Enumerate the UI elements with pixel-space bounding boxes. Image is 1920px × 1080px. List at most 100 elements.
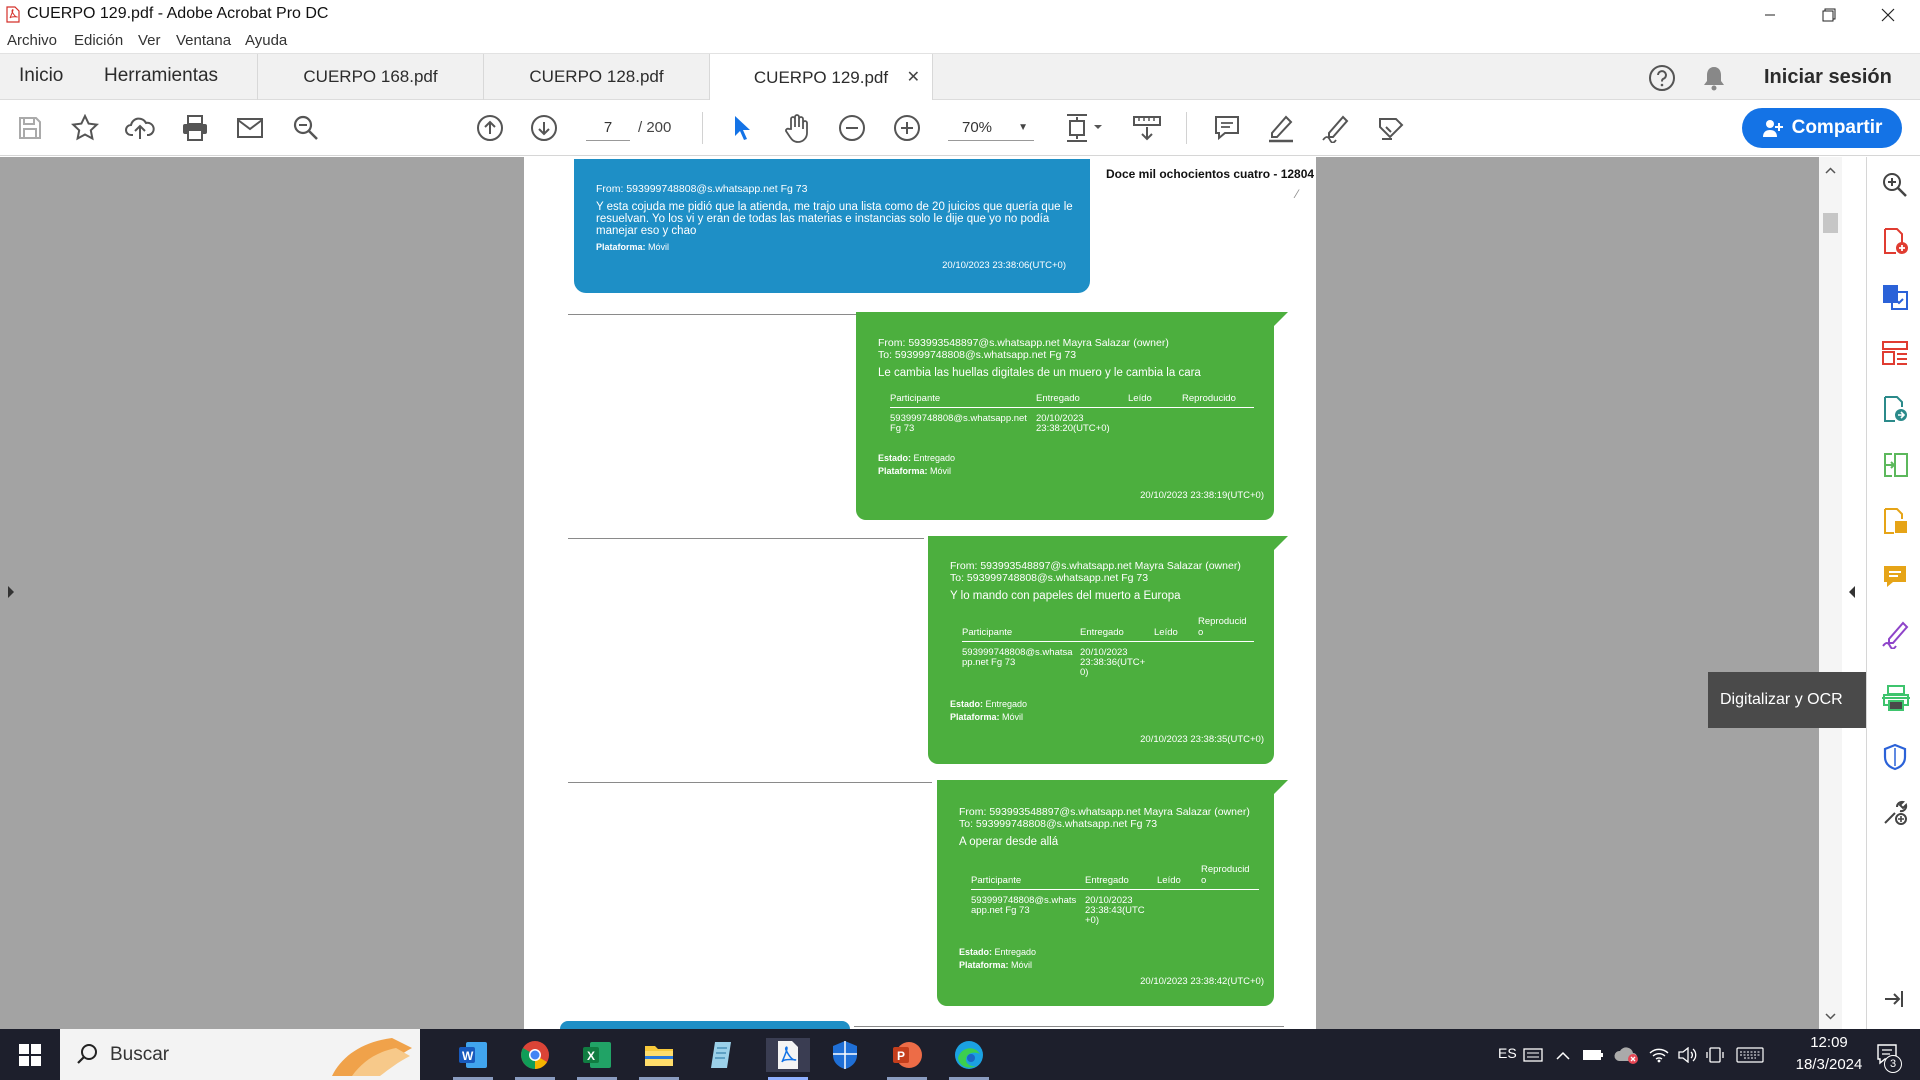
help-icon[interactable] (1648, 64, 1676, 92)
keyboard-icon[interactable] (1520, 1038, 1546, 1072)
cell-played (1198, 642, 1254, 679)
zoom-in-icon[interactable] (891, 113, 923, 143)
draw-sign-icon[interactable] (1320, 113, 1352, 143)
message-to: To: 593999748808@s.whatsapp.net Fg 73 (959, 818, 1158, 830)
title-bar: CUERPO 129.pdf - Adobe Acrobat Pro DC (0, 0, 1920, 29)
platform-label: Plataforma: (878, 466, 928, 476)
star-icon[interactable] (69, 113, 101, 143)
page-down-icon[interactable] (528, 113, 560, 143)
message-bubble: From: 593999748808@s.whatsapp.net Fg 73 … (574, 159, 1090, 293)
tab-inicio[interactable]: Inicio (19, 65, 63, 87)
volume-icon[interactable] (1674, 1038, 1700, 1072)
chrome-icon[interactable] (518, 1038, 552, 1072)
pdf-icon (6, 6, 20, 23)
word-icon[interactable]: W (456, 1038, 490, 1072)
upload-cloud-icon[interactable] (124, 113, 156, 143)
protect-icon[interactable] (1881, 743, 1909, 771)
file-explorer-icon[interactable] (642, 1038, 676, 1072)
page-number-input[interactable]: 7 (586, 115, 630, 141)
menu-edicion[interactable]: Edición (74, 32, 123, 49)
menu-ver[interactable]: Ver (138, 32, 161, 49)
cell-delivered: 20/10/2023 23:38:43(UTC +0) (1085, 895, 1145, 926)
highlight-pen-icon[interactable] (1265, 113, 1297, 143)
scroll-mode-icon[interactable] (1131, 113, 1163, 143)
fill-sign-icon[interactable] (1881, 619, 1909, 649)
page-header-text: Doce mil ochocientos cuatro - 12804 (1106, 167, 1315, 181)
zoom-out-icon[interactable] (836, 113, 868, 143)
message-from: From: 593993548897@s.whatsapp.net Mayra … (878, 337, 1169, 349)
svg-text:P: P (897, 1049, 905, 1063)
zoom-select[interactable]: 70% ▼ (948, 115, 1034, 141)
clock-date[interactable]: 18/3/2024 (1778, 1056, 1880, 1073)
collapse-pane-icon[interactable] (1881, 989, 1909, 1009)
powerpoint-icon[interactable]: P (890, 1038, 924, 1072)
left-panel-toggle-icon[interactable] (6, 585, 16, 599)
platform-label: Plataforma: (596, 242, 646, 252)
edit-pdf-icon[interactable] (1881, 395, 1909, 423)
bell-icon[interactable] (1701, 64, 1727, 92)
print-icon[interactable] (179, 113, 211, 143)
menu-ayuda[interactable]: Ayuda (245, 32, 287, 49)
doc-tab-cuerpo-168[interactable]: CUERPO 168.pdf (257, 54, 483, 100)
select-cursor-icon[interactable] (726, 113, 758, 143)
col-entregado: Entregado (1085, 864, 1157, 890)
message-body: Y esta cojuda me pidió que la atienda, m… (596, 201, 1073, 237)
tab-herramientas[interactable]: Herramientas (104, 65, 218, 87)
onedrive-error-icon[interactable] (1612, 1038, 1640, 1072)
right-panel-toggle-icon[interactable] (1847, 585, 1857, 599)
defender-icon[interactable] (828, 1038, 862, 1072)
hand-tool-icon[interactable] (781, 113, 813, 143)
doc-tab-cuerpo-128[interactable]: CUERPO 128.pdf (483, 54, 709, 100)
comment-tool-icon[interactable] (1881, 563, 1909, 591)
notepad-icon[interactable] (704, 1038, 738, 1072)
scroll-thumb[interactable] (1823, 213, 1838, 233)
message-body: Le cambia las huellas digitales de un mu… (878, 367, 1201, 379)
status-value: Entregado (994, 947, 1037, 957)
email-icon[interactable] (234, 113, 266, 143)
close-icon[interactable]: ✕ (907, 67, 920, 87)
redact-icon[interactable] (1375, 113, 1407, 143)
fit-page-icon[interactable] (1062, 113, 1106, 143)
touch-keyboard-icon[interactable] (1734, 1038, 1766, 1072)
doc-tab-cuerpo-129[interactable]: CUERPO 129.pdf ✕ (709, 54, 933, 101)
comment-icon[interactable] (1211, 113, 1243, 143)
menu-archivo[interactable]: Archivo (7, 32, 57, 49)
wifi-icon[interactable] (1646, 1038, 1672, 1072)
organize-pages-icon[interactable] (1881, 339, 1909, 367)
zoom-icon[interactable] (1881, 171, 1909, 199)
scroll-down-icon[interactable] (1825, 1013, 1836, 1020)
display-icon[interactable] (1702, 1038, 1728, 1072)
compare-icon[interactable] (1881, 451, 1909, 479)
export-pdf-icon[interactable] (1881, 283, 1909, 311)
acrobat-icon[interactable] (766, 1038, 810, 1072)
restore-button[interactable] (1801, 0, 1857, 29)
combine-icon[interactable] (1881, 507, 1909, 535)
battery-icon[interactable] (1580, 1038, 1606, 1072)
save-icon[interactable] (14, 113, 46, 143)
search-icon[interactable] (290, 113, 322, 143)
minimize-button[interactable] (1742, 0, 1798, 29)
status-label: Estado: (950, 699, 984, 709)
status-value: Entregado (985, 699, 1028, 709)
more-tools-icon[interactable] (1881, 799, 1909, 827)
message-bubble: From: 593993548897@s.whatsapp.net Mayra … (928, 536, 1288, 764)
language-indicator[interactable]: ES (1498, 1045, 1517, 1061)
taskbar-search[interactable]: Buscar (60, 1029, 420, 1080)
menu-ventana[interactable]: Ventana (176, 32, 231, 49)
scroll-up-icon[interactable] (1825, 167, 1836, 174)
clock-time[interactable]: 12:09 (1795, 1034, 1863, 1051)
close-window-button[interactable] (1860, 0, 1916, 29)
cell-delivered: 20/10/2023 23:38:36(UTC+ 0) (1080, 647, 1146, 678)
table-row: 593999748808@s.whatsapp.net Fg 73 20/10/… (890, 408, 1254, 435)
edge-icon[interactable] (952, 1038, 986, 1072)
document-viewport[interactable]: Doce mil ochocientos cuatro - 12804 ⁄ Fr… (0, 157, 1855, 1029)
create-pdf-icon[interactable] (1881, 227, 1909, 255)
signin-button[interactable]: Iniciar sesión (1764, 66, 1892, 89)
windows-start-icon[interactable] (13, 1038, 47, 1072)
scan-ocr-icon[interactable] (1881, 683, 1910, 711)
page-up-icon[interactable] (474, 113, 506, 143)
vertical-scrollbar[interactable] (1819, 157, 1842, 1029)
share-button[interactable]: Compartir (1742, 108, 1902, 148)
excel-icon[interactable]: X (580, 1038, 614, 1072)
chevron-up-icon[interactable] (1552, 1038, 1574, 1072)
